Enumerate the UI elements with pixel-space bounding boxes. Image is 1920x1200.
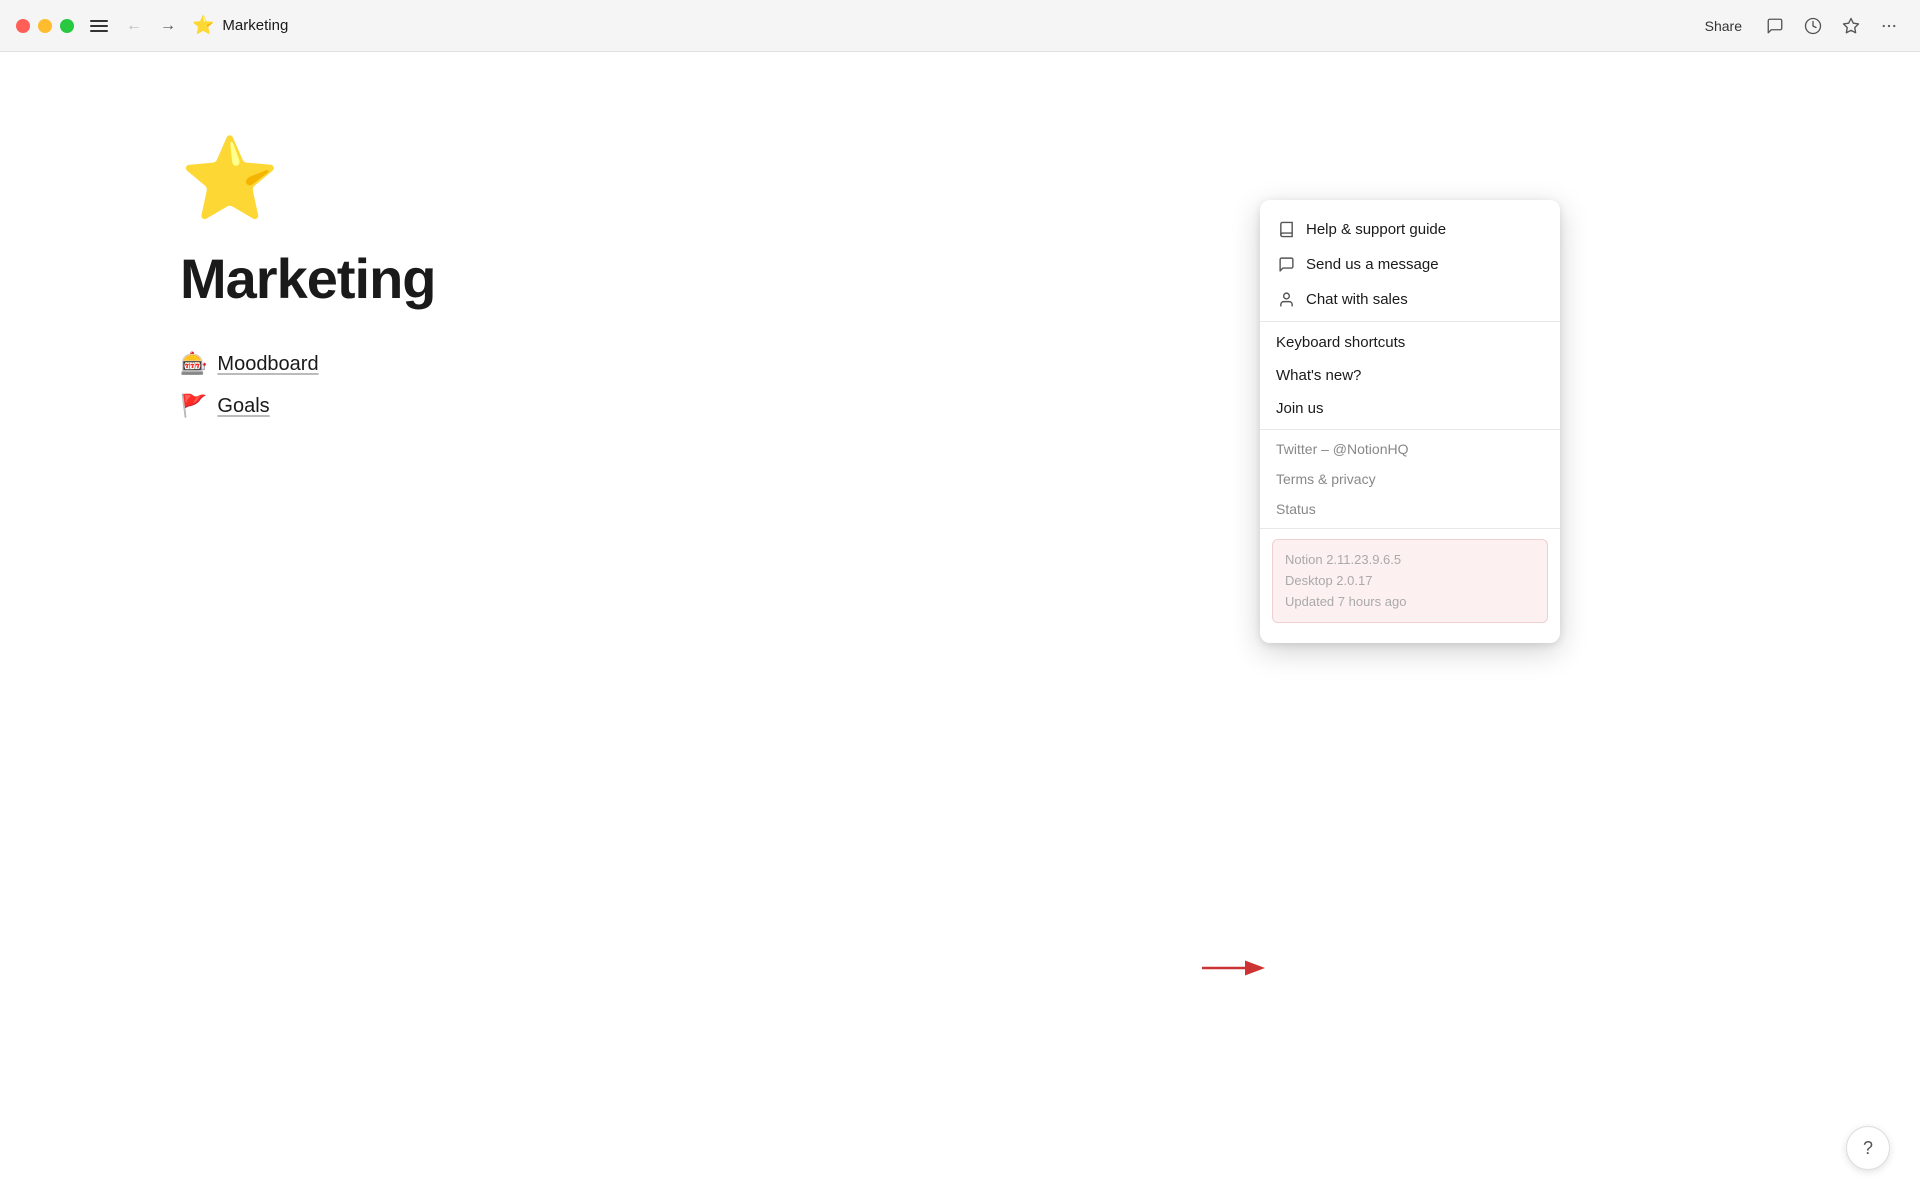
whats-new-label: What's new? <box>1276 367 1361 384</box>
goals-emoji: 🚩 <box>180 393 207 419</box>
arrow-indicator <box>1202 954 1272 982</box>
join-us-label: Join us <box>1276 400 1324 417</box>
share-button[interactable]: Share <box>1695 14 1752 38</box>
version-section: Notion 2.11.23.9.6.5 Desktop 2.0.17 Upda… <box>1260 528 1560 635</box>
keyboard-shortcuts-item[interactable]: Keyboard shortcuts <box>1260 326 1560 359</box>
ellipsis-icon <box>1880 17 1898 35</box>
version-line3: Updated 7 hours ago <box>1285 592 1535 613</box>
chat-sales-item[interactable]: Chat with sales <box>1260 282 1560 317</box>
more-options-button[interactable] <box>1874 13 1904 39</box>
moodboard-emoji: 🎰 <box>180 351 207 377</box>
message-icon <box>1276 256 1296 273</box>
version-line1: Notion 2.11.23.9.6.5 <box>1285 550 1535 571</box>
help-button[interactable]: ? <box>1846 1126 1890 1170</box>
chat-sales-label: Chat with sales <box>1306 291 1408 308</box>
person-icon <box>1276 291 1296 308</box>
page-title-label: Marketing <box>222 17 288 34</box>
help-support-item[interactable]: Help & support guide <box>1260 212 1560 247</box>
book-icon <box>1276 221 1296 238</box>
moodboard-label: Moodboard <box>217 353 318 376</box>
favorite-button[interactable] <box>1836 13 1866 39</box>
history-button[interactable] <box>1798 13 1828 39</box>
goals-label: Goals <box>217 395 269 418</box>
traffic-lights <box>16 19 74 33</box>
help-support-label: Help & support guide <box>1306 221 1446 238</box>
twitter-label: Twitter – @NotionHQ <box>1276 441 1408 457</box>
star-icon <box>1842 17 1860 35</box>
forward-button[interactable]: → <box>154 13 182 39</box>
comments-button[interactable] <box>1760 13 1790 39</box>
back-button[interactable]: ← <box>120 13 148 39</box>
page-title-area: ⭐ Marketing <box>192 15 288 36</box>
keyboard-shortcuts-label: Keyboard shortcuts <box>1276 334 1405 351</box>
nav-buttons: ← → <box>120 13 182 39</box>
titlebar-right: Share <box>1695 13 1904 39</box>
main-content: ⭐ Marketing 🎰 Moodboard 🚩 Goals <box>0 52 1920 499</box>
twitter-item[interactable]: Twitter – @NotionHQ <box>1260 434 1560 464</box>
maximize-button[interactable] <box>60 19 74 33</box>
titlebar: ← → ⭐ Marketing Share <box>0 0 1920 52</box>
support-section: Help & support guide Send us a message C… <box>1260 208 1560 321</box>
shortcuts-section: Keyboard shortcuts What's new? Join us <box>1260 321 1560 429</box>
version-info-box: Notion 2.11.23.9.6.5 Desktop 2.0.17 Upda… <box>1272 539 1548 623</box>
version-line2: Desktop 2.0.17 <box>1285 571 1535 592</box>
send-message-item[interactable]: Send us a message <box>1260 247 1560 282</box>
close-button[interactable] <box>16 19 30 33</box>
send-message-label: Send us a message <box>1306 256 1439 273</box>
comment-icon <box>1766 17 1784 35</box>
help-dropdown-menu: Help & support guide Send us a message C… <box>1260 200 1560 643</box>
terms-label: Terms & privacy <box>1276 471 1376 487</box>
status-label: Status <box>1276 501 1316 517</box>
arrow-svg <box>1202 954 1272 982</box>
links-section: Twitter – @NotionHQ Terms & privacy Stat… <box>1260 429 1560 528</box>
join-us-item[interactable]: Join us <box>1260 392 1560 425</box>
whats-new-item[interactable]: What's new? <box>1260 359 1560 392</box>
sidebar-toggle-button[interactable] <box>90 20 108 32</box>
minimize-button[interactable] <box>38 19 52 33</box>
terms-item[interactable]: Terms & privacy <box>1260 464 1560 494</box>
page-title-star-icon: ⭐ <box>192 15 214 36</box>
clock-icon <box>1804 17 1822 35</box>
status-item[interactable]: Status <box>1260 494 1560 524</box>
